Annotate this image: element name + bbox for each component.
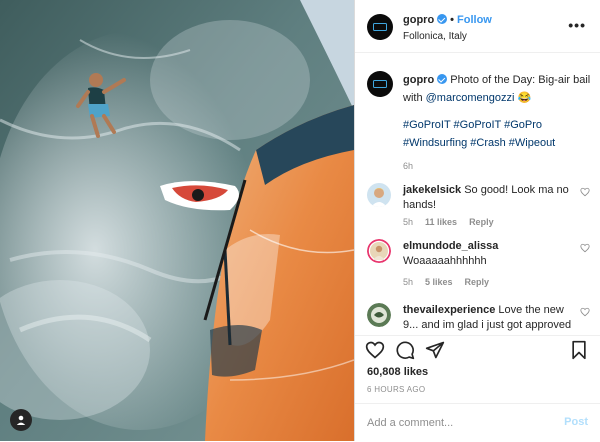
comment-reply-button[interactable]: Reply (469, 217, 494, 227)
verified-badge-icon (437, 74, 448, 84)
comment-avatar[interactable] (367, 303, 391, 327)
comment-meta: 5h 5 likes Reply (403, 277, 501, 287)
comment-text-block: elmundode_alissa Woaaaaahhhhhh (403, 239, 575, 269)
more-options-icon[interactable]: ••• (568, 18, 586, 32)
comment-username[interactable]: jakekelsick (403, 184, 461, 196)
verified-badge-icon (437, 14, 448, 24)
user-icon (16, 415, 26, 425)
caption-mention-link[interactable]: @marcomengozzi (426, 92, 515, 104)
like-comment-heart-icon[interactable] (580, 307, 590, 317)
instagram-post: gopro • Follow Follonica, Italy ••• gopro … (0, 0, 600, 441)
comment-likes[interactable]: 5 likes (425, 277, 453, 287)
comment-username[interactable]: elmundode_alissa (403, 240, 498, 252)
caption-emoji: 😂 (517, 92, 532, 104)
comment-text-block: jakekelsick So good! Look ma no hands! (403, 183, 575, 213)
follow-button[interactable]: Follow (457, 14, 492, 26)
comment-avatar[interactable] (367, 183, 391, 207)
bookmark-icon[interactable] (569, 340, 589, 360)
share-icon[interactable] (425, 340, 445, 360)
comment-time[interactable]: 5h (403, 277, 413, 287)
comment-text: Woaaaaahhhhhh (403, 255, 487, 267)
like-comment-heart-icon[interactable] (580, 187, 590, 197)
gopro-logo-icon (373, 80, 387, 88)
post-photo[interactable] (0, 0, 354, 441)
caption-text-block: gopro Photo of the Day: Big-air bail wit… (403, 71, 599, 152)
post-time-ago[interactable]: 6 HOURS AGO (367, 385, 425, 394)
comment-avatar[interactable] (367, 239, 391, 263)
comment-reply-button[interactable]: Reply (465, 277, 490, 287)
comments-list[interactable]: gopro Photo of the Day: Big-air bail wit… (355, 53, 600, 335)
add-comment-bar: Post (355, 403, 600, 442)
comment-likes[interactable]: 11 likes (425, 217, 457, 227)
caption-avatar[interactable] (367, 71, 393, 97)
post-actions: 60,808 likes 6 HOURS AGO (355, 335, 600, 408)
separator-dot: • (450, 14, 455, 26)
likes-count[interactable]: 60,808 likes (367, 366, 428, 378)
header-user-row: gopro • Follow (403, 14, 492, 26)
post-header: gopro • Follow Follonica, Italy ••• (355, 0, 600, 53)
post-side-panel: gopro • Follow Follonica, Italy ••• gopro … (354, 0, 600, 441)
heart-icon[interactable] (365, 340, 385, 360)
header-username[interactable]: gopro (403, 14, 434, 26)
comment-time[interactable]: 5h (403, 217, 413, 227)
comment-icon[interactable] (395, 340, 415, 360)
location-link[interactable]: Follonica, Italy (403, 31, 467, 42)
caption-username[interactable]: gopro (403, 74, 434, 86)
gopro-logo-icon (373, 23, 387, 31)
caption-hashtags[interactable]: #GoProIT #GoProIT #GoPro #Windsurfing #C… (403, 116, 599, 152)
comment-username[interactable]: thevailexperience (403, 304, 495, 316)
caption-timestamp[interactable]: 6h (403, 161, 413, 171)
like-comment-heart-icon[interactable] (580, 243, 590, 253)
gopro-avatar[interactable] (367, 14, 393, 40)
comment-input[interactable] (367, 413, 547, 433)
post-comment-button[interactable]: Post (564, 416, 588, 428)
comment-text-block: thevailexperience Love the new 9... and … (403, 303, 575, 333)
comment-meta: 5h 11 likes Reply (403, 217, 506, 227)
tagged-users-button[interactable] (10, 409, 32, 431)
windsurf-photo-illustration (0, 0, 354, 441)
